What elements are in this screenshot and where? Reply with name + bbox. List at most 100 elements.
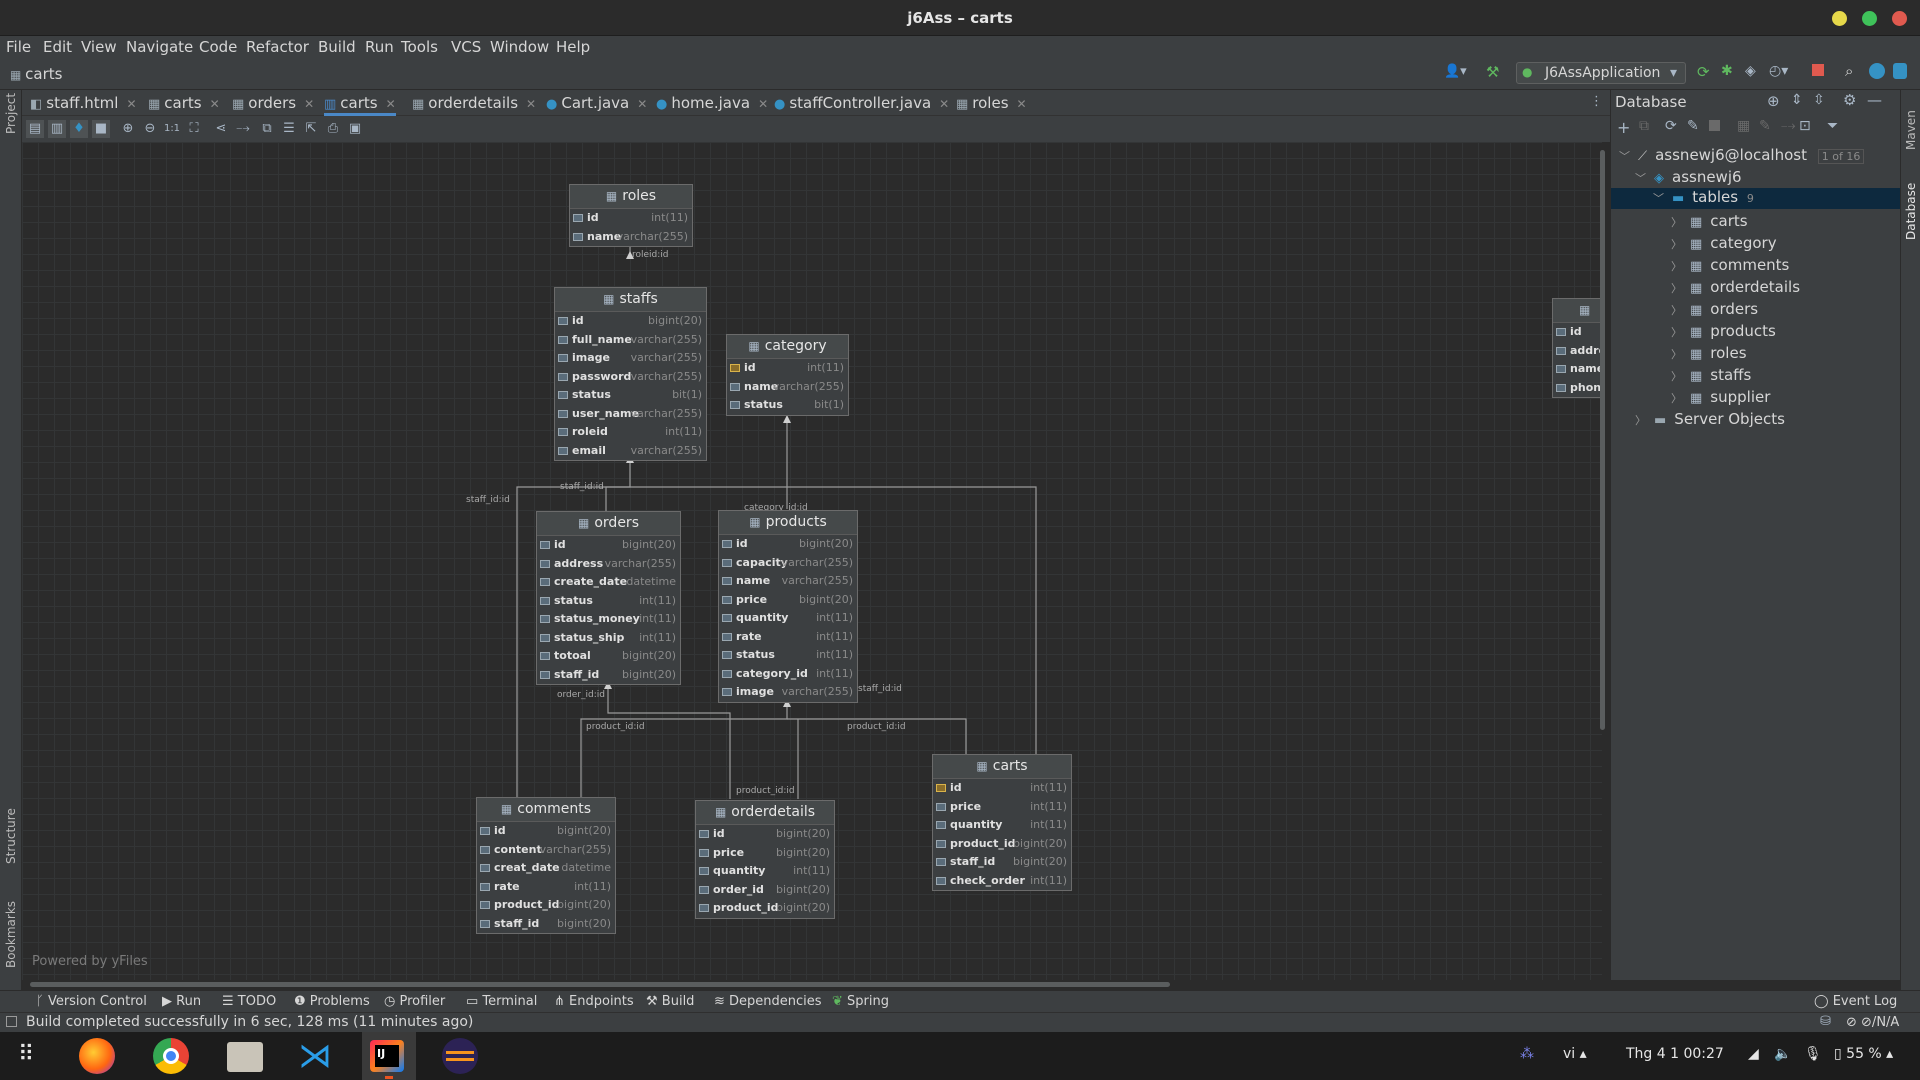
table-comments[interactable]: ▦ comments id bigint(20) content varchar(25… xyxy=(476,797,616,934)
actual-size-icon[interactable]: 1:1 xyxy=(163,120,181,138)
tab-staff-html[interactable]: ◧ staff.html ✕ xyxy=(30,90,137,116)
tree-table-category[interactable]: 〉 ▦ category xyxy=(1671,234,1777,252)
table-carts[interactable]: ▦ carts id int(11) price int(11) quantity in… xyxy=(932,754,1072,891)
horizontal-scrollbar[interactable] xyxy=(30,982,1170,987)
table-orders[interactable]: ▦ orders id bigint(20) address varchar(255)… xyxy=(536,511,681,685)
tree-table-orderdetails[interactable]: 〉 ▦ orderdetails xyxy=(1671,278,1800,296)
microphone-icon[interactable]: 🎙 xyxy=(1804,1046,1822,1062)
table-view-icon[interactable]: ▦ xyxy=(1737,118,1750,134)
tree-server-objects[interactable]: 〉 ▬ Server Objects xyxy=(1635,410,1785,428)
table-orderdetails[interactable]: ▦ orderdetails id bigint(20) price bigint(2… xyxy=(695,800,835,919)
tab-roles[interactable]: ▦ roles ✕ xyxy=(956,90,1027,116)
tool-version-control[interactable]: ᚴ Version Control xyxy=(36,994,147,1009)
tab-carts-diagram[interactable]: ▥ carts ✕ xyxy=(324,90,396,116)
tool-dependencies[interactable]: ≋ Dependencies xyxy=(714,994,822,1009)
zoom-out-icon[interactable]: ⊖ xyxy=(141,120,159,138)
tool-problems[interactable]: ❶ Problems xyxy=(294,994,370,1009)
menu-code[interactable]: Code xyxy=(199,38,237,56)
project-tool-button[interactable]: Project xyxy=(4,93,18,134)
menu-refactor[interactable]: Refactor xyxy=(246,38,309,56)
table-category[interactable]: ▦ category id int(11) name varchar(255) sta… xyxy=(726,334,849,416)
clock[interactable]: Thg 4 1 00:27 xyxy=(1626,1046,1724,1062)
vertical-scrollbar[interactable] xyxy=(1600,150,1605,730)
close-icon[interactable]: ✕ xyxy=(758,97,768,111)
tab-orderdetails[interactable]: ▦ orderdetails ✕ xyxy=(412,90,536,116)
bookmarks-tool-button[interactable]: Bookmarks xyxy=(4,901,18,968)
tab-home-java[interactable]: ● home.java ✕ xyxy=(656,90,768,116)
copy-icon[interactable]: ⧉ xyxy=(1639,118,1649,134)
menu-view[interactable]: View xyxy=(81,38,117,56)
debug-icon[interactable]: ✱ xyxy=(1721,63,1733,79)
more-tabs-icon[interactable]: ⋮ xyxy=(1590,94,1603,109)
tool-spring[interactable]: ❦ Spring xyxy=(832,994,889,1009)
close-icon[interactable]: ✕ xyxy=(1017,97,1027,111)
close-icon[interactable]: ✕ xyxy=(939,97,949,111)
target-icon[interactable]: ⊕ xyxy=(1767,92,1780,110)
user-icon[interactable]: 👤▾ xyxy=(1444,64,1467,79)
layout-icon[interactable]: ☰ xyxy=(280,120,298,138)
stop-icon[interactable] xyxy=(1709,120,1720,131)
plugin-icon[interactable] xyxy=(1893,63,1907,79)
tree-tables-folder[interactable]: ﹀ ▬ tables 9 xyxy=(1611,188,1901,209)
battery-indicator[interactable]: ▯ 55 % ▴ xyxy=(1834,1046,1893,1062)
tool-profiler[interactable]: ◷ Profiler xyxy=(384,994,445,1009)
menu-edit[interactable]: Edit xyxy=(43,38,72,56)
fit-content-icon[interactable]: ⛶ xyxy=(185,120,203,138)
stop-icon[interactable] xyxy=(1812,64,1824,76)
volume-icon[interactable]: 🔈 xyxy=(1774,1046,1791,1062)
update-icon[interactable] xyxy=(1869,63,1885,79)
maven-tool-button[interactable]: Maven xyxy=(1904,110,1918,150)
close-icon[interactable]: ✕ xyxy=(304,97,314,111)
tool-run[interactable]: ▶ Run xyxy=(162,994,201,1009)
comment-icon[interactable]: ■ xyxy=(92,120,110,138)
menu-tools[interactable]: Tools xyxy=(401,38,438,56)
maximize-button[interactable] xyxy=(1862,11,1877,26)
menu-file[interactable]: File xyxy=(6,38,31,56)
menu-navigate[interactable]: Navigate xyxy=(126,38,193,56)
coverage-icon[interactable]: ◈ xyxy=(1745,63,1756,79)
close-icon[interactable]: ✕ xyxy=(637,97,647,111)
tree-table-roles[interactable]: 〉 ▦ roles xyxy=(1671,344,1747,362)
run-configuration-select[interactable]: J6AssApplication ▾ xyxy=(1516,62,1686,84)
collapse-all-icon[interactable]: ⇳ xyxy=(1813,92,1825,108)
minimize-panel-icon[interactable]: — xyxy=(1867,91,1882,109)
zoom-in-icon[interactable]: ⊕ xyxy=(119,120,137,138)
keys-icon[interactable]: ▥ xyxy=(48,120,66,138)
table-products[interactable]: ▦ products id bigint(20) capacity varchar(2… xyxy=(718,510,858,703)
edit-table-icon[interactable]: ✎ xyxy=(1759,118,1771,134)
table-supplier-partial[interactable]: ▦ id addre name phon xyxy=(1552,298,1602,398)
rerun-icon[interactable]: ⟳ xyxy=(1697,63,1710,81)
teams-icon[interactable]: ⁂ xyxy=(1520,1046,1534,1062)
pin-icon[interactable]: ♦ xyxy=(70,120,88,138)
columns-icon[interactable]: ▤ xyxy=(26,120,44,138)
gear-icon[interactable]: ⚙ xyxy=(1843,91,1856,109)
close-icon[interactable]: ✕ xyxy=(386,97,396,111)
tree-table-products[interactable]: 〉 ▦ products xyxy=(1671,322,1776,340)
tree-schema[interactable]: ﹀ ◈ assnewj6 xyxy=(1635,168,1742,186)
close-icon[interactable]: ✕ xyxy=(526,97,536,111)
tree-connection[interactable]: ﹀ ⟋ assnewj6@localhost 1 of 16 xyxy=(1619,146,1901,166)
tab-carts-table[interactable]: ▦ carts ✕ xyxy=(148,90,220,116)
copy-icon[interactable]: ⧉ xyxy=(258,120,276,138)
save-icon[interactable]: ▣ xyxy=(346,120,364,138)
edit-icon[interactable]: ✎ xyxy=(1687,118,1699,134)
menu-run[interactable]: Run xyxy=(365,38,394,56)
database-tool-button[interactable]: Database xyxy=(1904,183,1918,240)
tab-cart-java[interactable]: ● Cart.java ✕ xyxy=(546,90,647,116)
firefox-icon[interactable] xyxy=(79,1038,115,1074)
input-language[interactable]: vi ▴ xyxy=(1563,1046,1587,1062)
close-icon[interactable]: ✕ xyxy=(126,97,136,111)
console-icon[interactable]: ⊡ xyxy=(1799,118,1811,134)
close-icon[interactable]: ✕ xyxy=(210,97,220,111)
eclipse-icon[interactable] xyxy=(442,1038,478,1074)
tool-terminal[interactable]: ▭ Terminal xyxy=(466,994,537,1009)
menu-build[interactable]: Build xyxy=(318,38,356,56)
menu-vcs[interactable]: VCS xyxy=(451,38,481,56)
tool-build[interactable]: ⚒ Build xyxy=(646,994,694,1009)
add-icon[interactable]: + xyxy=(1617,118,1630,137)
close-button[interactable] xyxy=(1892,11,1907,26)
files-icon[interactable] xyxy=(227,1042,263,1072)
status-toggle-icon[interactable] xyxy=(6,1016,17,1027)
intellij-icon[interactable]: IJ xyxy=(370,1040,404,1072)
route-edges-icon[interactable]: ⤍ xyxy=(234,120,252,138)
